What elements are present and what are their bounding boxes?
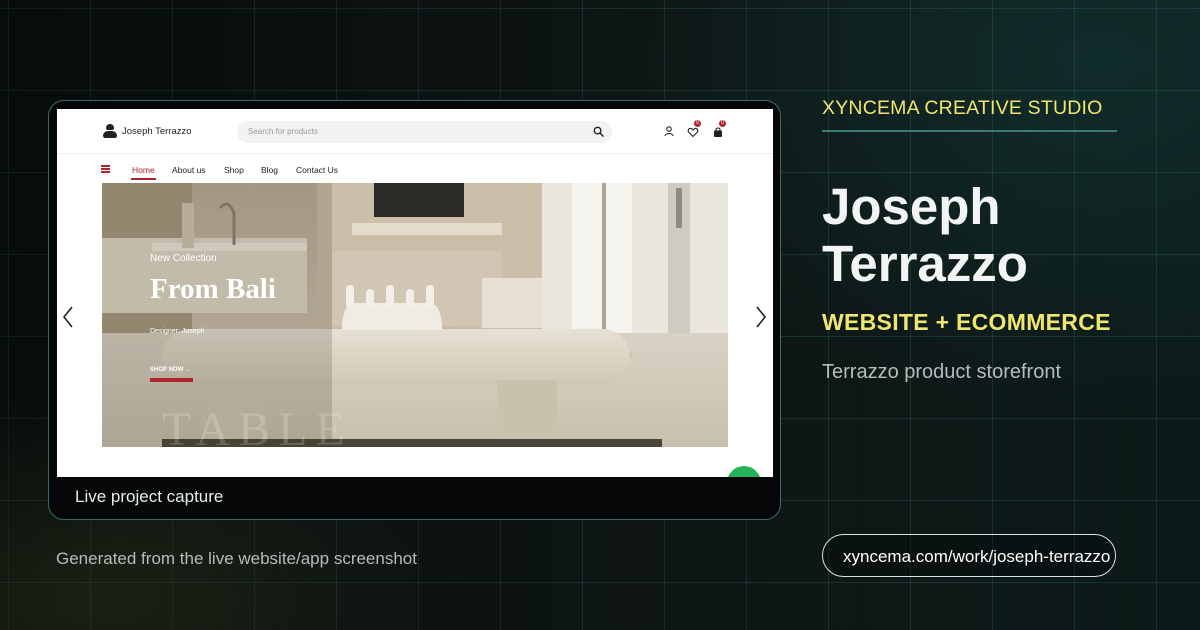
project-title: Joseph Terrazzo	[822, 178, 1028, 292]
whatsapp-icon[interactable]	[727, 466, 761, 477]
nav-item-home[interactable]: Home	[132, 165, 155, 175]
project-url-text: xyncema.com/work/joseph-terrazzo	[843, 547, 1111, 566]
nav-item-shop[interactable]: Shop	[224, 165, 244, 175]
nav-item-about[interactable]: About us	[172, 165, 206, 175]
cart-button[interactable]: 0	[712, 120, 726, 137]
hero-shop-now-button[interactable]: SHOP NOW →	[150, 367, 191, 373]
capture-caption: Live project capture	[75, 487, 224, 506]
capture-card: Joseph Terrazzo Search for products 0 0 …	[48, 100, 781, 520]
search-icon[interactable]	[593, 126, 604, 137]
hamburger-icon[interactable]	[101, 165, 110, 173]
nav-item-contact[interactable]: Contact Us	[296, 165, 338, 175]
project-url-link[interactable]: xyncema.com/work/joseph-terrazzo	[822, 534, 1116, 577]
studio-divider	[822, 130, 1117, 132]
studio-name: XYNCEMA CREATIVE STUDIO	[822, 97, 1103, 119]
nav-active-underline	[131, 178, 156, 180]
heart-icon	[687, 127, 699, 138]
hero-cta-underline	[150, 378, 193, 382]
user-icon[interactable]	[663, 125, 675, 137]
project-subtitle: Terrazzo product storefront	[822, 361, 1061, 383]
logo-icon	[103, 124, 117, 138]
hero-watermark: TABLE	[162, 403, 353, 447]
search-placeholder: Search for products	[248, 127, 318, 136]
wishlist-button[interactable]: 0	[687, 120, 701, 138]
site-search-input[interactable]: Search for products	[237, 121, 612, 143]
cart-count-badge: 0	[719, 120, 726, 127]
chevron-right-icon[interactable]	[754, 305, 768, 329]
hero-eyebrow: New Collection	[150, 253, 217, 264]
hero-designer: Designer: Joseph	[150, 328, 205, 335]
project-category: WEBSITE + ECOMMERCE	[822, 309, 1111, 335]
website-screenshot: Joseph Terrazzo Search for products 0 0 …	[57, 109, 773, 477]
hero-photo: New Collection From Bali Designer: Josep…	[102, 183, 728, 447]
footnote: Generated from the live website/app scre…	[56, 549, 417, 568]
wishlist-count-badge: 0	[694, 120, 701, 127]
hero-slide[interactable]: New Collection From Bali Designer: Josep…	[102, 183, 728, 447]
site-header: Joseph Terrazzo Search for products 0 0	[57, 109, 773, 154]
site-logo-text[interactable]: Joseph Terrazzo	[122, 126, 192, 137]
bag-icon	[714, 127, 722, 137]
hero-heading: From Bali	[150, 273, 276, 305]
chevron-left-icon[interactable]	[61, 305, 75, 329]
nav-item-blog[interactable]: Blog	[261, 165, 278, 175]
site-nav: Home About us Shop Blog Contact Us	[57, 156, 773, 182]
